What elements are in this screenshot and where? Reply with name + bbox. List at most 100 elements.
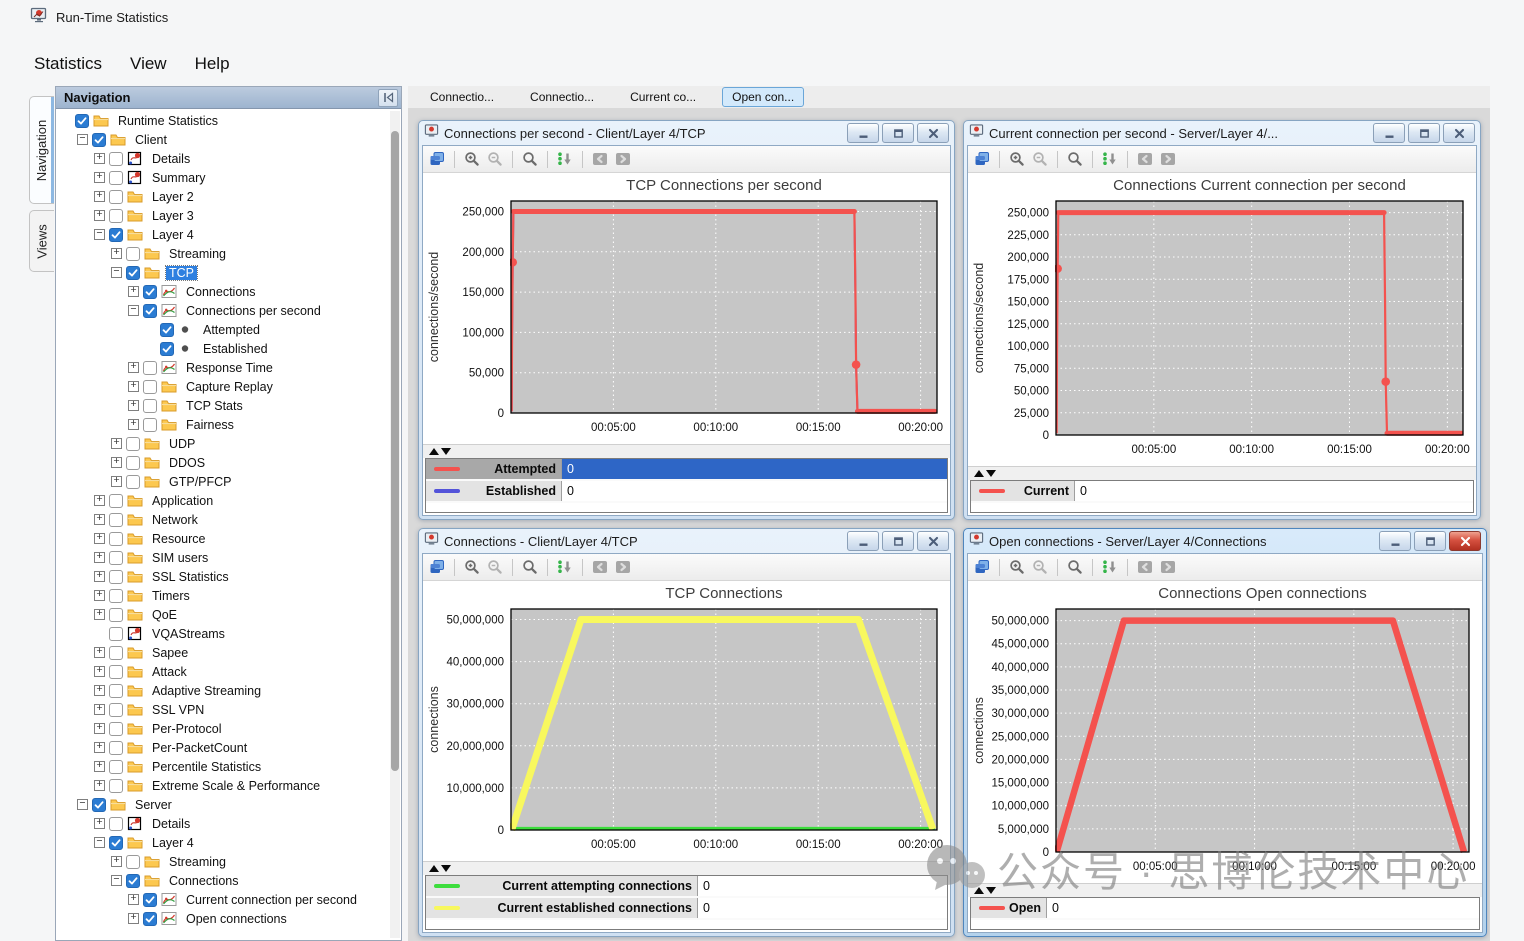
tree-scrollbar[interactable] (390, 111, 400, 938)
tree-item-layer-2[interactable]: +Layer 2 (56, 187, 401, 206)
tree-item-runtime-statistics[interactable]: Runtime Statistics (56, 111, 401, 130)
document-tab[interactable]: Open con... (722, 87, 804, 107)
tree-item-connections[interactable]: +Connections (56, 282, 401, 301)
tree-item-attack[interactable]: +Attack (56, 662, 401, 681)
export-icon[interactable] (973, 558, 991, 576)
expand-toggle-icon[interactable]: + (128, 894, 139, 905)
checkbox-unchecked[interactable] (126, 855, 140, 869)
close-button[interactable] (1443, 123, 1475, 143)
document-tab[interactable]: Connectio... (520, 87, 604, 107)
tree-item-per-packetcount[interactable]: +Per-PacketCount (56, 738, 401, 757)
restore-button[interactable] (882, 123, 914, 143)
tree-item-tcp[interactable]: −TCP (56, 263, 401, 282)
sort-ascending-icon[interactable] (974, 887, 984, 894)
checkbox-unchecked[interactable] (109, 722, 123, 736)
checkbox-unchecked[interactable] (109, 779, 123, 793)
tree-item-streaming[interactable]: +Streaming (56, 244, 401, 263)
legend-row[interactable]: Current attempting connections0 (426, 876, 947, 898)
collapse-toggle-icon[interactable]: − (111, 875, 122, 886)
tree-item-layer-3[interactable]: +Layer 3 (56, 206, 401, 225)
expand-toggle-icon[interactable]: + (128, 362, 139, 373)
expand-toggle-icon[interactable]: + (94, 495, 105, 506)
sort-icon[interactable] (1101, 150, 1119, 168)
legend-row[interactable]: Attempted0 (426, 459, 947, 481)
checkbox-checked[interactable] (143, 304, 157, 318)
tree-item-established[interactable]: Established (56, 339, 401, 358)
legend-row[interactable]: Current established connections0 (426, 898, 947, 920)
checkbox-checked[interactable] (160, 342, 174, 356)
checkbox-unchecked[interactable] (126, 247, 140, 261)
tree-item-extreme-scale-performance[interactable]: +Extreme Scale & Performance (56, 776, 401, 795)
sort-icon[interactable] (1101, 558, 1119, 576)
expand-toggle-icon[interactable]: + (128, 419, 139, 430)
export-icon[interactable] (973, 150, 991, 168)
magnify-icon[interactable] (521, 558, 539, 576)
checkbox-unchecked[interactable] (109, 817, 123, 831)
tree-item-vqastreams[interactable]: VQAStreams (56, 624, 401, 643)
checkbox-checked[interactable] (143, 912, 157, 926)
menu-item-view[interactable]: View (130, 54, 167, 74)
checkbox-unchecked[interactable] (109, 760, 123, 774)
side-tab-navigation[interactable]: Navigation (29, 96, 54, 204)
minimize-button[interactable] (847, 531, 879, 551)
zoom-in-icon[interactable] (1008, 558, 1026, 576)
zoom-in-icon[interactable] (463, 558, 481, 576)
checkbox-unchecked[interactable] (143, 418, 157, 432)
checkbox-unchecked[interactable] (109, 646, 123, 660)
minimize-button[interactable] (1379, 531, 1411, 551)
tree-item-timers[interactable]: +Timers (56, 586, 401, 605)
checkbox-unchecked[interactable] (109, 152, 123, 166)
tree-item-current-connection-per-second[interactable]: +Current connection per second (56, 890, 401, 909)
collapse-panel-button[interactable] (378, 89, 398, 107)
tree-item-server[interactable]: −Server (56, 795, 401, 814)
expand-toggle-icon[interactable]: + (111, 856, 122, 867)
collapse-toggle-icon[interactable]: − (77, 134, 88, 145)
expand-toggle-icon[interactable]: + (111, 248, 122, 259)
close-button[interactable] (1449, 531, 1481, 551)
expand-toggle-icon[interactable]: + (111, 476, 122, 487)
checkbox-unchecked[interactable] (143, 380, 157, 394)
export-icon[interactable] (428, 150, 446, 168)
expand-toggle-icon[interactable]: + (94, 704, 105, 715)
expand-toggle-icon[interactable]: + (128, 913, 139, 924)
tree-item-tcp-stats[interactable]: +TCP Stats (56, 396, 401, 415)
close-button[interactable] (917, 123, 949, 143)
expand-toggle-icon[interactable]: + (128, 381, 139, 392)
collapse-toggle-icon[interactable]: − (128, 305, 139, 316)
tree-item-summary[interactable]: +Summary (56, 168, 401, 187)
tree-item-per-protocol[interactable]: +Per-Protocol (56, 719, 401, 738)
tree-item-layer-4[interactable]: −Layer 4 (56, 225, 401, 244)
tree-item-adaptive-streaming[interactable]: +Adaptive Streaming (56, 681, 401, 700)
tree-item-network[interactable]: +Network (56, 510, 401, 529)
tree-item-connections-per-second[interactable]: −Connections per second (56, 301, 401, 320)
checkbox-checked[interactable] (126, 266, 140, 280)
magnify-icon[interactable] (1066, 150, 1084, 168)
checkbox-checked[interactable] (109, 836, 123, 850)
checkbox-unchecked[interactable] (109, 608, 123, 622)
checkbox-checked[interactable] (92, 798, 106, 812)
zoom-in-icon[interactable] (1008, 150, 1026, 168)
legend-row[interactable]: Established0 (426, 481, 947, 503)
collapse-toggle-icon[interactable]: − (94, 837, 105, 848)
expand-toggle-icon[interactable]: + (94, 571, 105, 582)
checkbox-unchecked[interactable] (109, 551, 123, 565)
expand-toggle-icon[interactable]: + (94, 191, 105, 202)
window-titlebar[interactable]: Connections - Client/Layer 4/TCP (422, 529, 951, 553)
tree-item-details[interactable]: +Details (56, 149, 401, 168)
tree-item-open-connections[interactable]: +Open connections (56, 909, 401, 928)
checkbox-unchecked[interactable] (109, 589, 123, 603)
magnify-icon[interactable] (521, 150, 539, 168)
side-tab-views[interactable]: Views (29, 210, 54, 272)
zoom-in-icon[interactable] (463, 150, 481, 168)
expand-toggle-icon[interactable]: + (128, 286, 139, 297)
document-tab[interactable]: Current co... (620, 87, 706, 107)
expand-toggle-icon[interactable]: + (94, 533, 105, 544)
checkbox-checked[interactable] (160, 323, 174, 337)
sort-icon[interactable] (556, 558, 574, 576)
expand-toggle-icon[interactable]: + (94, 818, 105, 829)
expand-toggle-icon[interactable]: + (94, 172, 105, 183)
minimize-button[interactable] (847, 123, 879, 143)
expand-toggle-icon[interactable]: + (94, 685, 105, 696)
expand-toggle-icon[interactable]: + (94, 210, 105, 221)
checkbox-unchecked[interactable] (143, 361, 157, 375)
